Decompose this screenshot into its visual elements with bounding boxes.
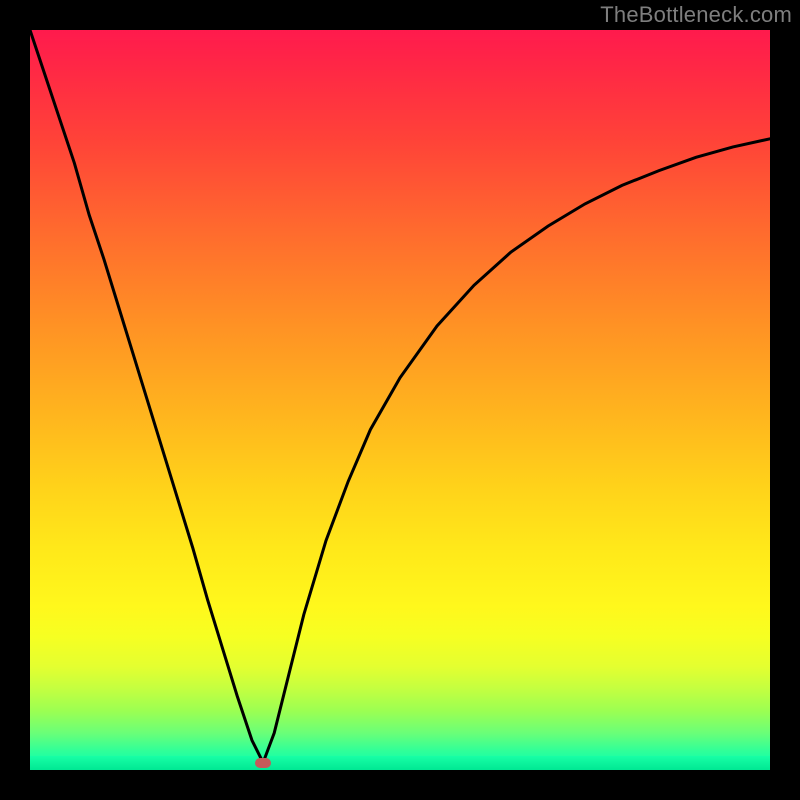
chart-frame: TheBottleneck.com bbox=[0, 0, 800, 800]
watermark-text: TheBottleneck.com bbox=[600, 2, 792, 28]
plot-area bbox=[30, 30, 770, 770]
curve-left-branch bbox=[30, 30, 263, 763]
curve-layer bbox=[30, 30, 770, 770]
curve-right-branch bbox=[263, 139, 770, 763]
minimum-marker bbox=[255, 758, 271, 768]
